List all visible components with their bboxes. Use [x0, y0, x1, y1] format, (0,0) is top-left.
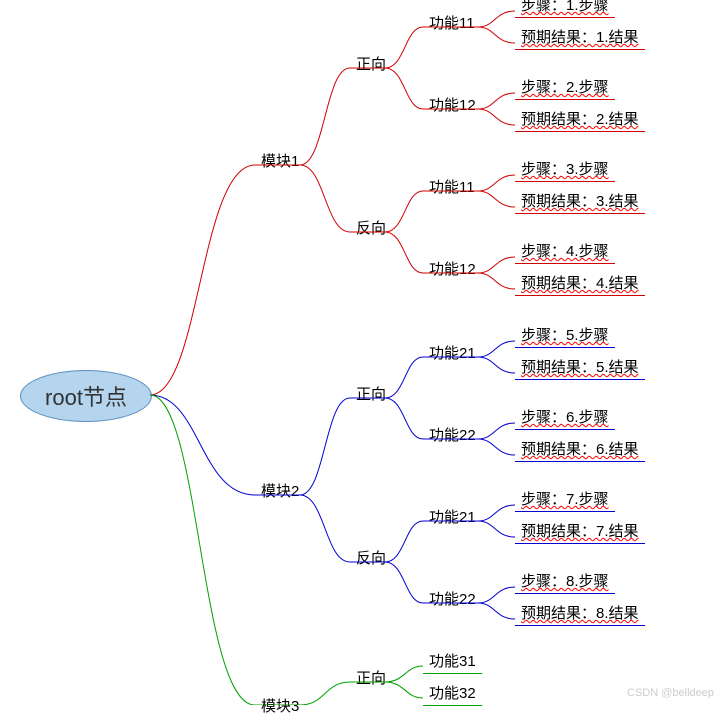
leaf-8-result: 预期结果：8.结果: [515, 600, 645, 626]
leaf-6-step: 步骤：6.步骤: [515, 404, 615, 430]
leaf-3-result: 预期结果：3.结果: [515, 188, 645, 214]
feature-2-2-2[interactable]: 功能22: [423, 586, 482, 611]
leaf-7-result: 预期结果：7.结果: [515, 518, 645, 544]
leaf-8-step: 步骤：8.步骤: [515, 568, 615, 594]
root-node[interactable]: root节点: [20, 370, 152, 422]
leaf-5-step: 步骤：5.步骤: [515, 322, 615, 348]
leaf-2-step: 步骤：2.步骤: [515, 74, 615, 100]
feature-1-2-2[interactable]: 功能12: [423, 256, 482, 281]
leaf-5-result: 预期结果：5.结果: [515, 354, 645, 380]
module-1-dir-1[interactable]: 正向: [350, 51, 392, 76]
feature-2-1-1[interactable]: 功能21: [423, 340, 482, 365]
leaf-4-result: 预期结果：4.结果: [515, 270, 645, 296]
module-2-dir-1[interactable]: 正向: [350, 381, 392, 406]
leaf-7-step: 步骤：7.步骤: [515, 486, 615, 512]
module-1[interactable]: 模块1: [255, 148, 305, 173]
feature-1-1-1[interactable]: 功能11: [423, 10, 481, 35]
leaf-2-result: 预期结果：2.结果: [515, 106, 645, 132]
module-1-dir-2[interactable]: 反向: [350, 215, 392, 240]
leaf-1-step: 步骤：1.步骤: [515, 0, 615, 18]
leaf-4-step: 步骤：4.步骤: [515, 238, 615, 264]
feature-3-1-2[interactable]: 功能32: [423, 680, 482, 706]
feature-3-1-1[interactable]: 功能31: [423, 648, 482, 674]
module-2[interactable]: 模块2: [255, 478, 305, 503]
leaf-3-step: 步骤：3.步骤: [515, 156, 615, 182]
leaf-6-result: 预期结果：6.结果: [515, 436, 645, 462]
feature-1-2-1[interactable]: 功能11: [423, 174, 481, 199]
root-label: root节点: [45, 380, 127, 412]
feature-1-1-2[interactable]: 功能12: [423, 92, 482, 117]
leaf-1-result: 预期结果：1.结果: [515, 24, 645, 50]
feature-2-1-2[interactable]: 功能22: [423, 422, 482, 447]
watermark: CSDN @belldeep: [627, 687, 714, 699]
feature-2-2-1[interactable]: 功能21: [423, 504, 482, 529]
module-2-dir-2[interactable]: 反向: [350, 545, 392, 570]
module-3-dir-1[interactable]: 正向: [350, 665, 392, 690]
module-3[interactable]: 模块3: [255, 693, 305, 718]
